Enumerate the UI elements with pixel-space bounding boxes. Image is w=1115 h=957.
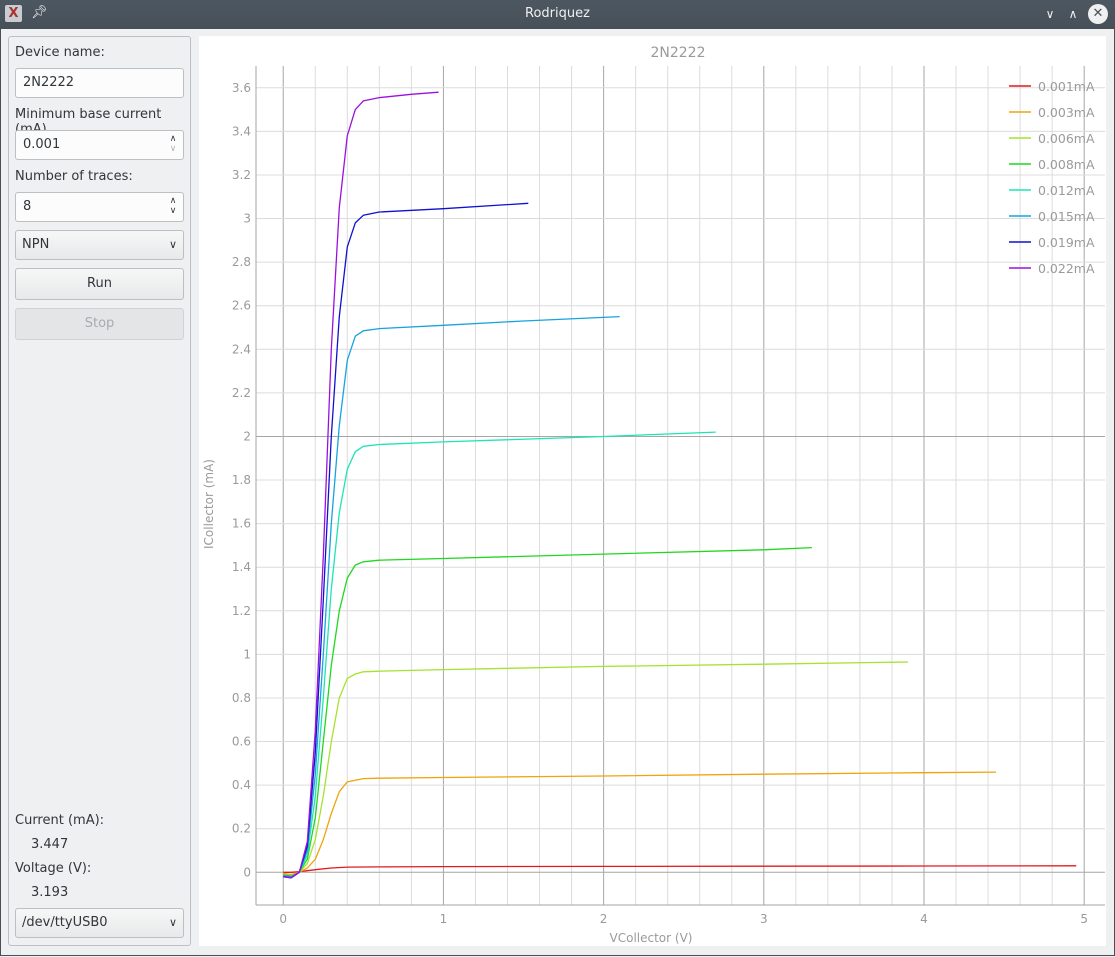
- y-tick-label: 3.4: [232, 124, 251, 138]
- transistor-type-select[interactable]: NPN ∨: [15, 230, 184, 260]
- y-tick-label: 0.6: [232, 735, 251, 749]
- current-label: Current (mA):: [15, 813, 105, 828]
- y-tick-label: 2.4: [232, 342, 251, 356]
- num-traces-label: Number of traces:: [15, 169, 133, 184]
- serial-port-select[interactable]: /dev/ttyUSB0 ∨: [15, 908, 184, 938]
- chevron-down-icon: ∨: [168, 916, 177, 929]
- x-tick-label: 5: [1080, 912, 1088, 926]
- voltage-label: Voltage (V):: [15, 861, 92, 876]
- y-tick-label: 1: [243, 647, 251, 661]
- x-tick-label: 2: [600, 912, 608, 926]
- spin-up-icon[interactable]: ∧: [167, 196, 179, 206]
- y-tick-label: 2: [243, 429, 251, 443]
- control-panel: Device name: 2N2222 Minimum base current…: [8, 36, 191, 946]
- y-tick-label: 0.8: [232, 691, 251, 705]
- x-tick-label: 0: [279, 912, 287, 926]
- x-axis-label: VCollector (V): [610, 931, 693, 945]
- y-tick-label: 0.4: [232, 778, 251, 792]
- legend-label: 0.008mA: [1038, 157, 1095, 172]
- x-tick-label: 1: [440, 912, 448, 926]
- y-tick-label: 2.6: [232, 299, 251, 313]
- y-tick-label: 3.6: [232, 81, 251, 95]
- chevron-up-icon: ∧: [1068, 7, 1078, 21]
- spin-down-icon[interactable]: ∨: [167, 144, 179, 154]
- close-icon: ✕: [1092, 6, 1104, 21]
- y-tick-label: 1.6: [232, 517, 251, 531]
- legend-label: 0.015mA: [1038, 209, 1095, 224]
- y-axis-label: ICollector (mA): [202, 459, 216, 549]
- y-tick-label: 1.8: [232, 473, 251, 487]
- legend-label: 0.003mA: [1038, 105, 1095, 120]
- y-tick-label: 2.8: [232, 255, 251, 269]
- chevron-down-icon: ∨: [1045, 7, 1055, 21]
- serial-port-value: /dev/ttyUSB0: [22, 915, 108, 930]
- spin-up-icon[interactable]: ∧: [167, 134, 179, 144]
- chart-title: 2N2222: [650, 45, 705, 61]
- transistor-type-value: NPN: [22, 237, 50, 252]
- legend-label: 0.006mA: [1038, 131, 1095, 146]
- maximize-button[interactable]: ∧: [1063, 4, 1083, 24]
- axes: 0 1 2 3 4 5 0 0.2 0.4 0.6 0.8 1 1.2 1.4 1.6 1.8 2 2.2 2.4 2…: [232, 66, 1105, 926]
- num-traces-value: 8: [23, 199, 32, 214]
- close-button[interactable]: ✕: [1088, 4, 1108, 24]
- num-traces-spinbox[interactable]: 8 ∧ ∨: [15, 192, 184, 222]
- grid: [256, 66, 1105, 905]
- x-tick-label: 4: [920, 912, 928, 926]
- y-tick-label: 0.2: [232, 822, 251, 836]
- min-base-current-value: 0.001: [23, 137, 61, 152]
- run-button[interactable]: Run: [15, 268, 184, 300]
- y-tick-label: 1.2: [232, 604, 251, 618]
- device-name-input[interactable]: 2N2222: [15, 68, 184, 98]
- y-tick-label: 3: [243, 212, 251, 226]
- legend-label: 0.019mA: [1038, 235, 1095, 250]
- trace-0.006mA: [283, 661, 909, 877]
- title-bar: X 📌︎ Rodriquez ∨ ∧ ✕: [0, 0, 1115, 29]
- y-tick-label: 1.4: [232, 560, 251, 574]
- x-tick-label: 3: [760, 912, 768, 926]
- legend-label: 0.022mA: [1038, 261, 1095, 276]
- current-value: 3.447: [31, 837, 69, 852]
- trace-0.001mA: [283, 865, 1077, 873]
- chevron-down-icon: ∨: [168, 238, 177, 251]
- min-base-current-spinbox[interactable]: 0.001 ∧ ∨: [15, 130, 184, 160]
- y-tick-label: 2.2: [232, 386, 251, 400]
- stop-button[interactable]: Stop: [15, 308, 184, 340]
- y-tick-label: 0: [243, 865, 251, 879]
- minimize-button[interactable]: ∨: [1040, 4, 1060, 24]
- chart-panel: 0 1 2 3 4 5 0 0.2 0.4 0.6 0.8 1 1.2 1.4 1.6 1.8 2 2.2 2.4 2…: [199, 36, 1106, 946]
- traces: [283, 91, 1077, 879]
- iv-curve-chart: 0 1 2 3 4 5 0 0.2 0.4 0.6 0.8 1 1.2 1.4 1.6 1.8 2 2.2 2.4 2…: [202, 45, 1105, 945]
- legend-label: 0.001mA: [1038, 79, 1095, 94]
- legend-label: 0.012mA: [1038, 183, 1095, 198]
- spin-down-icon[interactable]: ∨: [167, 206, 179, 216]
- voltage-value: 3.193: [31, 885, 69, 900]
- window-title: Rodriquez: [525, 6, 590, 21]
- y-tick-label: 3.2: [232, 168, 251, 182]
- device-name-label: Device name:: [15, 45, 105, 60]
- trace-0.003mA: [283, 771, 997, 876]
- trace-0.008mA: [283, 546, 812, 877]
